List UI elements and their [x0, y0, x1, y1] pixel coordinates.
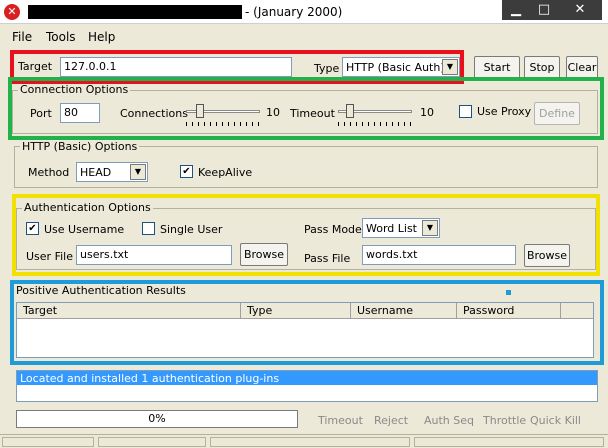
connection-options-title: Connection Options	[18, 83, 131, 96]
start-button[interactable]: Start	[474, 56, 520, 79]
column-password[interactable]: Password	[457, 303, 561, 319]
keepalive-checkbox[interactable]: ✔	[180, 165, 193, 178]
keepalive-label: KeepAlive	[198, 166, 253, 179]
column-type[interactable]: Type	[241, 303, 351, 319]
clear-button[interactable]: Clear	[566, 56, 598, 79]
timeout-status-label: Timeout	[318, 414, 363, 427]
column-target[interactable]: Target	[17, 303, 241, 319]
results-marker	[506, 290, 511, 295]
progress-bar: 0%	[16, 410, 298, 428]
results-title: Positive Authentication Results	[16, 284, 186, 297]
timeout-value: 10	[420, 106, 434, 119]
timeout-label: Timeout	[290, 107, 335, 120]
type-label: Type	[314, 62, 340, 75]
log-line-selected[interactable]: Located and installed 1 authentication p…	[17, 371, 597, 385]
status-pane	[98, 437, 206, 447]
close-button[interactable]: ✕	[558, 0, 602, 20]
redacted-app-name	[28, 5, 242, 19]
status-pane	[414, 437, 604, 447]
status-pane	[210, 437, 410, 447]
chevron-down-icon[interactable]: ▼	[130, 164, 146, 180]
stop-button[interactable]: Stop	[524, 56, 560, 79]
authentication-options-title: Authentication Options	[22, 201, 153, 214]
connections-value: 10	[266, 106, 280, 119]
menu-file[interactable]: File	[12, 30, 32, 44]
title-bar: ✕ - (January 2000) ▁ □ ✕	[0, 0, 608, 24]
connections-slider-thumb[interactable]	[196, 104, 204, 118]
throttle-status-label: Throttle	[483, 414, 527, 427]
target-label: Target	[18, 60, 53, 73]
single-user-label: Single User	[160, 223, 223, 236]
status-pane	[2, 437, 94, 447]
use-proxy-checkbox[interactable]	[459, 105, 472, 118]
maximize-button[interactable]: □	[530, 0, 558, 20]
user-file-label: User File	[26, 250, 73, 263]
column-username[interactable]: Username	[351, 303, 457, 319]
define-button[interactable]: Define	[534, 102, 580, 125]
pass-mode-select-value: Word List	[366, 222, 417, 235]
bottom-status-strip	[0, 434, 608, 448]
type-select[interactable]: HTTP (Basic Auth) ▼	[342, 57, 460, 77]
method-label: Method	[28, 166, 70, 179]
single-user-checkbox[interactable]	[142, 222, 155, 235]
use-username-label: Use Username	[44, 223, 125, 236]
results-table-header: Target Type Username Password	[17, 303, 593, 319]
port-input[interactable]: 80	[60, 103, 100, 123]
menu-tools[interactable]: Tools	[46, 30, 76, 44]
timeout-slider-thumb[interactable]	[346, 104, 354, 118]
use-username-checkbox[interactable]: ✔	[26, 222, 39, 235]
window-title: - (January 2000)	[245, 5, 343, 19]
http-options-title: HTTP (Basic) Options	[20, 140, 140, 153]
connections-slider-ticks	[186, 122, 260, 126]
chevron-down-icon[interactable]: ▼	[422, 220, 438, 236]
pass-file-browse-button[interactable]: Browse	[524, 244, 570, 267]
results-table[interactable]: Target Type Username Password	[16, 302, 594, 358]
minimize-button[interactable]: ▁	[502, 0, 530, 20]
auth-seq-status-label: Auth Seq	[424, 414, 475, 427]
progress-text: 0%	[148, 412, 166, 425]
pass-mode-select[interactable]: Word List ▼	[362, 218, 440, 238]
menu-help[interactable]: Help	[88, 30, 115, 44]
reject-status-label: Reject	[374, 414, 409, 427]
pass-file-input[interactable]: words.txt	[362, 245, 516, 265]
app-x-icon: ✕	[4, 4, 20, 20]
menu-bar: File Tools Help	[0, 26, 608, 46]
quick-kill-status-label: Quick Kill	[530, 414, 581, 427]
method-select[interactable]: HEAD ▼	[76, 162, 148, 182]
method-select-value: HEAD	[80, 166, 112, 179]
timeout-slider-ticks	[338, 122, 412, 126]
user-file-input[interactable]: users.txt	[76, 245, 232, 265]
pass-file-label: Pass File	[304, 252, 351, 265]
target-input[interactable]: 127.0.0.1	[60, 57, 292, 77]
user-file-browse-button[interactable]: Browse	[240, 243, 288, 266]
type-select-value: HTTP (Basic Auth)	[346, 61, 445, 74]
chevron-down-icon[interactable]: ▼	[442, 59, 458, 75]
pass-mode-label: Pass Mode	[304, 223, 362, 236]
use-proxy-label: Use Proxy	[477, 105, 532, 118]
port-label: Port	[30, 107, 52, 120]
log-list[interactable]: Located and installed 1 authentication p…	[16, 370, 598, 402]
connections-label: Connections	[120, 107, 188, 120]
